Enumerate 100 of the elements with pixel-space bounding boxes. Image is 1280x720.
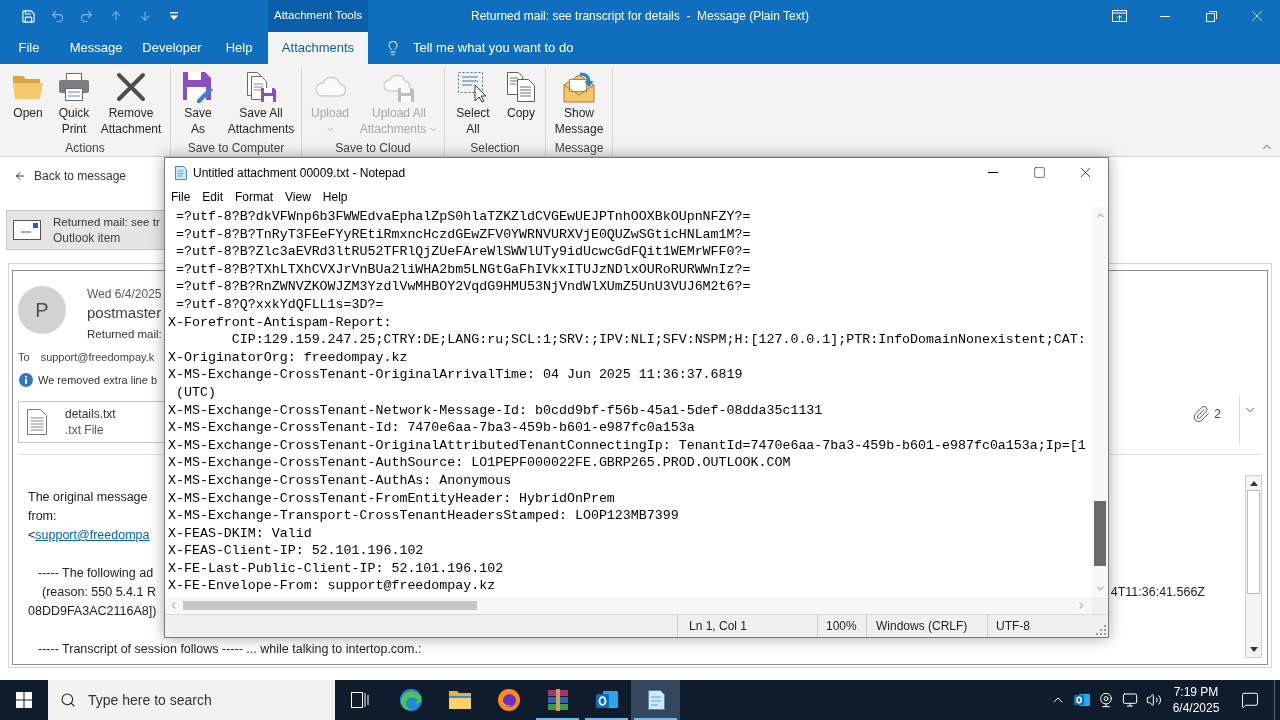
- resize-grip-icon[interactable]: [1096, 625, 1106, 635]
- text-line: (UTC): [174, 383, 216, 402]
- ribbon-tab[interactable]: Attachments: [268, 32, 368, 64]
- menu-item[interactable]: Format: [229, 187, 280, 207]
- copy-button[interactable]: Copy: [499, 68, 543, 140]
- select-all-button[interactable]: Select All: [447, 68, 499, 140]
- task-view-icon: [351, 692, 369, 708]
- search-field[interactable]: Type here to search: [48, 680, 335, 720]
- text-line: =?utf-8?Q?xxkYdQFLL1s=3D?=: [174, 295, 384, 314]
- envelope-arrow-icon: [563, 71, 595, 103]
- text-line: X-MS-Exchange-CrossTenant-AuthAs: Anonymous: [168, 471, 512, 490]
- menu-item[interactable]: View: [279, 187, 317, 207]
- notice-text: We removed extra line b: [38, 373, 158, 387]
- ribbon-group-label: Message: [553, 140, 605, 156]
- line-ending: Windows (CRLF): [876, 618, 968, 635]
- text-file-icon: [27, 409, 47, 435]
- text-line: =?utf-8?B?Zlc3aEVRd3ltRU52TFRlQjZUeFAreWlSWWlUTy9idUcwcGdFQit1WEMrWFF0?=: [174, 243, 751, 261]
- text-line: X-FE-Envelope-From: support@freedompay.kz: [168, 577, 496, 596]
- cursor-position: Ln 1, Col 1: [689, 618, 748, 635]
- save-as-button[interactable]: Save As: [173, 68, 223, 140]
- remove-attachment-button[interactable]: Remove Attachment: [94, 68, 168, 140]
- ribbon-group-label: Save to Cloud: [334, 140, 412, 156]
- attachment-tile[interactable]: details.txt .txt File: [18, 401, 164, 443]
- left-arrow-icon: [14, 170, 26, 182]
- ribbon-group-label: Selection: [469, 140, 521, 156]
- attachment-name: details.txt: [65, 406, 116, 422]
- cross-icon: [115, 71, 147, 103]
- show-message-button[interactable]: Show Message: [548, 68, 610, 140]
- open-button[interactable]: Open: [2, 68, 54, 140]
- message-text: ----- The following ad: [38, 566, 154, 580]
- email-link[interactable]: support@freedompa: [35, 528, 150, 542]
- printer-icon: [58, 71, 90, 103]
- sender-avatar: P: [18, 286, 66, 334]
- stacked-books-icon: [545, 688, 570, 712]
- folder-icon: [447, 688, 472, 712]
- message-subject: Returned mail:: [87, 327, 162, 341]
- window-title: Returned mail: see transcript for details - Message (Plain Text): [471, 8, 809, 25]
- text-line: X-MS-Exchange-Transport-CrossTenantHeadersStamped: LO0P123MB7399: [168, 507, 679, 525]
- contextual-tab-header: Attachment Tools: [268, 0, 368, 32]
- sender-name: postmaster: [87, 303, 162, 323]
- floppy-pencil-icon: [182, 71, 214, 103]
- restore-icon: [1205, 10, 1217, 22]
- clock-button[interactable]: 7:19 PM 6/4/2025: [1166, 680, 1226, 720]
- text-line: =?utf-8?B?RnZWNVZKOWJZM3YzdlVwMHBOY2VqdG9HMU53NjVndWlXUmZ5UnU3VUJ6M2t6?=: [174, 278, 751, 296]
- text-line: X-MS-Exchange-CrossTenant-OriginalAttributedTenantConnectingIp: TenantId=7470e6aa-7ba3-459b-b601-e987fc0a153a;Ip=[1: [168, 436, 1086, 455]
- ribbon-tab[interactable]: Developer: [134, 32, 210, 64]
- attachment-title: Returned mail: see tr: [53, 215, 160, 230]
- minimize-icon: [1160, 15, 1170, 17]
- lightbulb-icon: [385, 40, 401, 56]
- ribbon-tab[interactable]: Message: [58, 32, 134, 64]
- menu-item[interactable]: Edit: [196, 187, 230, 207]
- paperclip-icon: [1192, 405, 1211, 423]
- menu-item[interactable]: Help: [316, 187, 354, 207]
- window-title: Untitled attachment 00009.txt - Notepad: [193, 164, 406, 182]
- sent-date: Wed 6/4/2025: [87, 286, 162, 302]
- text-line: X-MS-Exchange-CrossTenant-AuthSource: LO1PEPF000022FE.GBRP265.PROD.OUTLOOK.COM: [168, 454, 791, 472]
- text-encoding: UTF-8: [996, 618, 1030, 635]
- windows-logo-icon: [16, 692, 32, 708]
- monitor-icon[interactable]: [1122, 692, 1138, 708]
- text-line: X-FEAS-Client-IP: 52.101.196.102: [168, 542, 424, 560]
- ribbon-tab[interactable]: File: [0, 32, 58, 64]
- ribbon-group-label: Save to Computer: [186, 140, 286, 156]
- text-line: CIP:129.159.247.25;CTRY:DE;LANG:ru;SCL:1;SRV:;IPV:NLI;SFV:NSPM;H:[127.0.0.1];PTR:InfoDomainNonexistent;CAT:: [230, 331, 1086, 349]
- up-arrow-icon: [108, 9, 123, 23]
- text-line: X-MS-Exchange-CrossTenant-OriginalArrivalTime: 04 Jun 2025 11:36:37.6819: [168, 366, 743, 384]
- info-icon: [19, 373, 33, 387]
- swirl-logo-icon: [398, 688, 423, 712]
- to-label: To: [18, 350, 30, 364]
- documents-floppy-icon: [245, 71, 277, 103]
- scrollbar-thumb[interactable]: [183, 601, 477, 610]
- vertical-scrollbar[interactable]: [1092, 207, 1108, 597]
- scrollbar-thumb[interactable]: [1247, 490, 1260, 594]
- save-all-attachments-button[interactable]: Save All Attachments: [223, 68, 299, 140]
- recipient-address: support@freedompay.k: [40, 350, 155, 364]
- mail-app-icon[interactable]: [1074, 692, 1090, 708]
- cloud-floppy-icon: [383, 71, 415, 103]
- speaker-icon[interactable]: [1146, 692, 1162, 708]
- zoom-level: 100%: [826, 618, 857, 635]
- selection-cursor-icon: [457, 71, 489, 103]
- menu-item[interactable]: File: [165, 187, 197, 207]
- copy-icon: [505, 71, 537, 103]
- webcam-icon[interactable]: [1098, 692, 1114, 708]
- back-to-message-link[interactable]: Back to message: [14, 166, 127, 186]
- message-text: 4T11:36:41.566Z: [1110, 584, 1205, 601]
- text-line: X-MS-Exchange-CrossTenant-FromEntityHeader: HybridOnPrem: [168, 489, 615, 508]
- quick-print-button[interactable]: Quick Print: [54, 68, 94, 140]
- attached-item-bar[interactable]: Returned mail: see tr Outlook item: [6, 210, 164, 250]
- message-text: <support@freedompa: [28, 528, 150, 542]
- ribbon-group-label: Actions: [64, 140, 106, 156]
- taskbar-app-button[interactable]: [631, 680, 680, 720]
- horizontal-scrollbar[interactable]: [165, 597, 1092, 614]
- scrollbar-thumb[interactable]: [1094, 501, 1106, 566]
- speech-bubble-icon: [1241, 691, 1259, 709]
- text-line: X-Forefront-Antispam-Report:: [168, 313, 392, 332]
- text-line: X-MS-Exchange-CrossTenant-Id: 7470e6aa-7ba3-459b-b601-e987fc0a153a: [168, 419, 695, 437]
- tell-me-search[interactable]: Tell me what you want to do: [368, 32, 574, 64]
- vertical-scrollbar[interactable]: [1245, 475, 1262, 658]
- text-line: =?utf-8?B?dkVFWnp6b3FWWEdvaEphalZpS0hlaTZKZldCVGEwUEJPTnhOOXBkOUpnNFZY?=: [174, 208, 751, 226]
- message-text: 08DD9FA3AC2116A8]): [28, 604, 157, 618]
- ribbon-tab[interactable]: Help: [210, 32, 268, 64]
